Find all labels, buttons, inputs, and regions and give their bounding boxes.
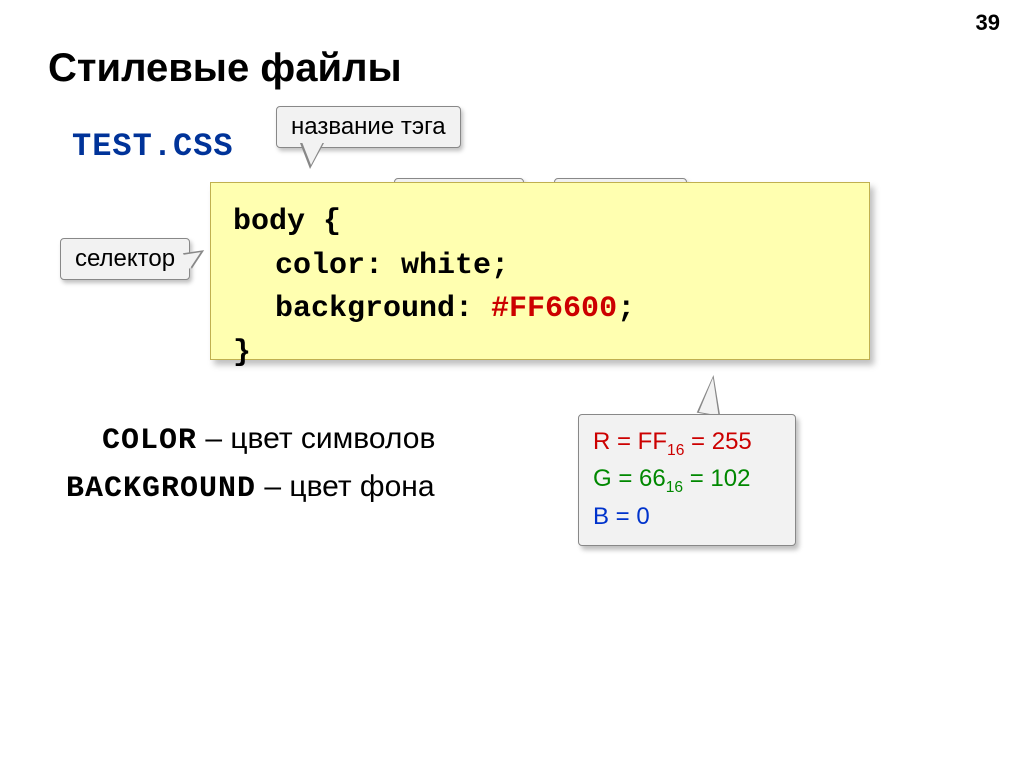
term-color: color [102, 424, 197, 458]
code-line: background: #FF6600; [233, 288, 847, 332]
subscript: 16 [666, 479, 683, 496]
callout-selector: селектор [60, 238, 190, 280]
code-text: body [233, 205, 305, 239]
callout-tail-icon [300, 143, 324, 169]
code-block: body { color: white; background: #FF6600… [210, 182, 870, 360]
term-desc: – цвет фона [256, 470, 435, 503]
rgb-text: = 255 [684, 428, 751, 455]
rgb-text: = 102 [683, 465, 750, 492]
rgb-blue-line: B = 0 [593, 500, 781, 535]
subscript: 16 [667, 442, 684, 459]
rgb-red-line: R = FF16 = 255 [593, 425, 781, 462]
code-line: body { [233, 201, 847, 245]
rgb-green-line: G = 6616 = 102 [593, 462, 781, 499]
callout-tail-icon [697, 373, 728, 417]
rgb-text: G = 66 [593, 465, 666, 492]
code-text: { [305, 205, 341, 239]
definition-background: background – цвет фона [66, 470, 435, 506]
code-text: ; [617, 292, 635, 326]
definition-color: color – цвет символов [102, 422, 435, 458]
term-desc: – цвет символов [197, 422, 435, 455]
code-line: } [233, 332, 847, 376]
page-title: Стилевые файлы [48, 46, 402, 91]
code-text: background: [275, 292, 491, 326]
filename: TEST.CSS [72, 128, 234, 165]
page-number: 39 [976, 10, 1000, 36]
term-background: background [66, 472, 256, 506]
rgb-text: R = FF [593, 428, 667, 455]
callout-rgb: R = FF16 = 255 G = 6616 = 102 B = 0 [578, 414, 796, 546]
code-hex-value: #FF6600 [491, 292, 617, 326]
code-line: color: white; [233, 245, 847, 289]
